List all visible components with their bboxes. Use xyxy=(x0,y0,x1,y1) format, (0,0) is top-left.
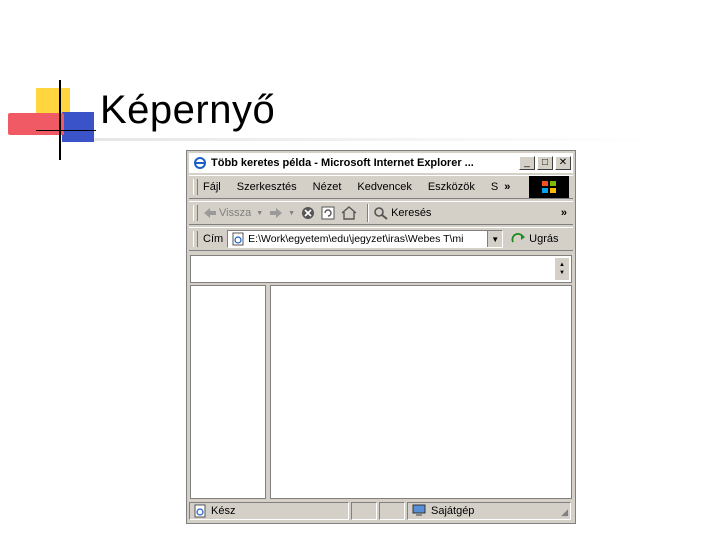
decor-vertical-line xyxy=(59,80,61,160)
refresh-button[interactable] xyxy=(321,206,335,220)
menu-bar: Fájl Szerkesztés Nézet Kedvencek Eszközö… xyxy=(189,175,573,199)
forward-dropdown-icon[interactable]: ▼ xyxy=(288,210,295,217)
standard-toolbar: Vissza ▼ ▼ Keresés » xyxy=(189,201,573,225)
zone-panel: Sajátgép ◢ xyxy=(407,502,571,520)
address-label: Cím xyxy=(203,233,224,245)
search-button[interactable]: Keresés xyxy=(373,206,431,220)
slide-title: Képernyő xyxy=(100,88,276,132)
minimize-icon: _ xyxy=(524,157,530,168)
forward-arrow-icon xyxy=(269,207,283,219)
back-label: Vissza xyxy=(219,207,252,219)
top-frame[interactable]: ▲ ▼ xyxy=(190,255,572,283)
zone-text: Sajátgép xyxy=(431,505,475,517)
address-input[interactable]: E:\Work\egyetem\edu\jegyzet\iras\Webes T… xyxy=(227,230,504,248)
status-panel-progress xyxy=(351,502,377,520)
close-icon: ✕ xyxy=(558,157,568,168)
forward-button[interactable]: ▼ xyxy=(269,207,295,219)
stop-icon xyxy=(301,206,315,220)
menu-grip[interactable] xyxy=(193,179,198,195)
computer-icon xyxy=(411,504,427,518)
toolbar-separator xyxy=(367,204,370,222)
menu-favorites[interactable]: Kedvencek xyxy=(357,181,411,193)
back-dropdown-icon[interactable]: ▼ xyxy=(256,210,263,217)
windows-logo xyxy=(529,176,569,198)
internet-explorer-icon xyxy=(193,156,207,170)
maximize-button[interactable]: □ xyxy=(537,156,553,170)
address-grip[interactable] xyxy=(193,231,198,247)
menu-edit[interactable]: Szerkesztés xyxy=(237,181,297,193)
status-panel: Kész xyxy=(189,502,349,520)
search-icon xyxy=(373,206,389,220)
go-button[interactable]: Ugrás xyxy=(511,232,559,246)
maximize-icon: □ xyxy=(541,157,549,168)
title-underline xyxy=(94,138,654,141)
scroll-down-icon[interactable]: ▼ xyxy=(559,269,565,277)
address-bar: Cím E:\Work\egyetem\edu\jegyzet\iras\Web… xyxy=(189,227,573,251)
close-button[interactable]: ✕ xyxy=(555,156,571,170)
left-frame[interactable] xyxy=(190,285,266,499)
window-title: Több keretes példa - Microsoft Internet … xyxy=(211,157,474,169)
decor-blue-square xyxy=(62,112,94,142)
menu-more-chevron[interactable]: » xyxy=(504,181,510,193)
scroll-up-icon[interactable]: ▲ xyxy=(559,261,565,269)
decor-horizontal-line xyxy=(36,130,96,131)
menu-help-truncated[interactable]: S xyxy=(491,181,498,193)
frameset: ▲ ▼ xyxy=(190,255,572,499)
resize-grip-icon[interactable]: ◢ xyxy=(561,507,568,518)
refresh-icon xyxy=(321,206,335,220)
browser-window: Több keretes példa - Microsoft Internet … xyxy=(186,150,576,524)
address-dropdown-icon[interactable]: ▼ xyxy=(487,231,503,247)
back-button[interactable]: Vissza ▼ xyxy=(203,207,263,219)
home-icon xyxy=(341,206,357,220)
status-text: Kész xyxy=(211,505,236,517)
status-panel-secure xyxy=(379,502,405,520)
search-label: Keresés xyxy=(391,207,432,219)
address-value: E:\Work\egyetem\edu\jegyzet\iras\Webes T… xyxy=(248,233,464,245)
menu-tools[interactable]: Eszközök xyxy=(428,181,475,193)
decor-red-bar xyxy=(8,113,64,135)
toolbar-grip[interactable] xyxy=(193,205,198,221)
toolbar-more-chevron[interactable]: » xyxy=(561,207,567,219)
menu-file[interactable]: Fájl xyxy=(203,181,221,193)
title-bar[interactable]: Több keretes példa - Microsoft Internet … xyxy=(189,153,573,173)
top-frame-scrollbar[interactable]: ▲ ▼ xyxy=(555,258,569,280)
stop-button[interactable] xyxy=(301,206,315,220)
back-arrow-icon xyxy=(203,207,217,219)
go-label: Ugrás xyxy=(529,233,559,245)
home-button[interactable] xyxy=(341,206,357,220)
minimize-button[interactable]: _ xyxy=(519,156,535,170)
page-icon xyxy=(231,232,245,246)
go-arrow-icon xyxy=(511,232,527,246)
page-status-icon xyxy=(193,504,207,518)
main-frame[interactable] xyxy=(270,285,572,499)
status-bar: Kész Sajátgép ◢ xyxy=(189,501,573,521)
menu-view[interactable]: Nézet xyxy=(313,181,342,193)
